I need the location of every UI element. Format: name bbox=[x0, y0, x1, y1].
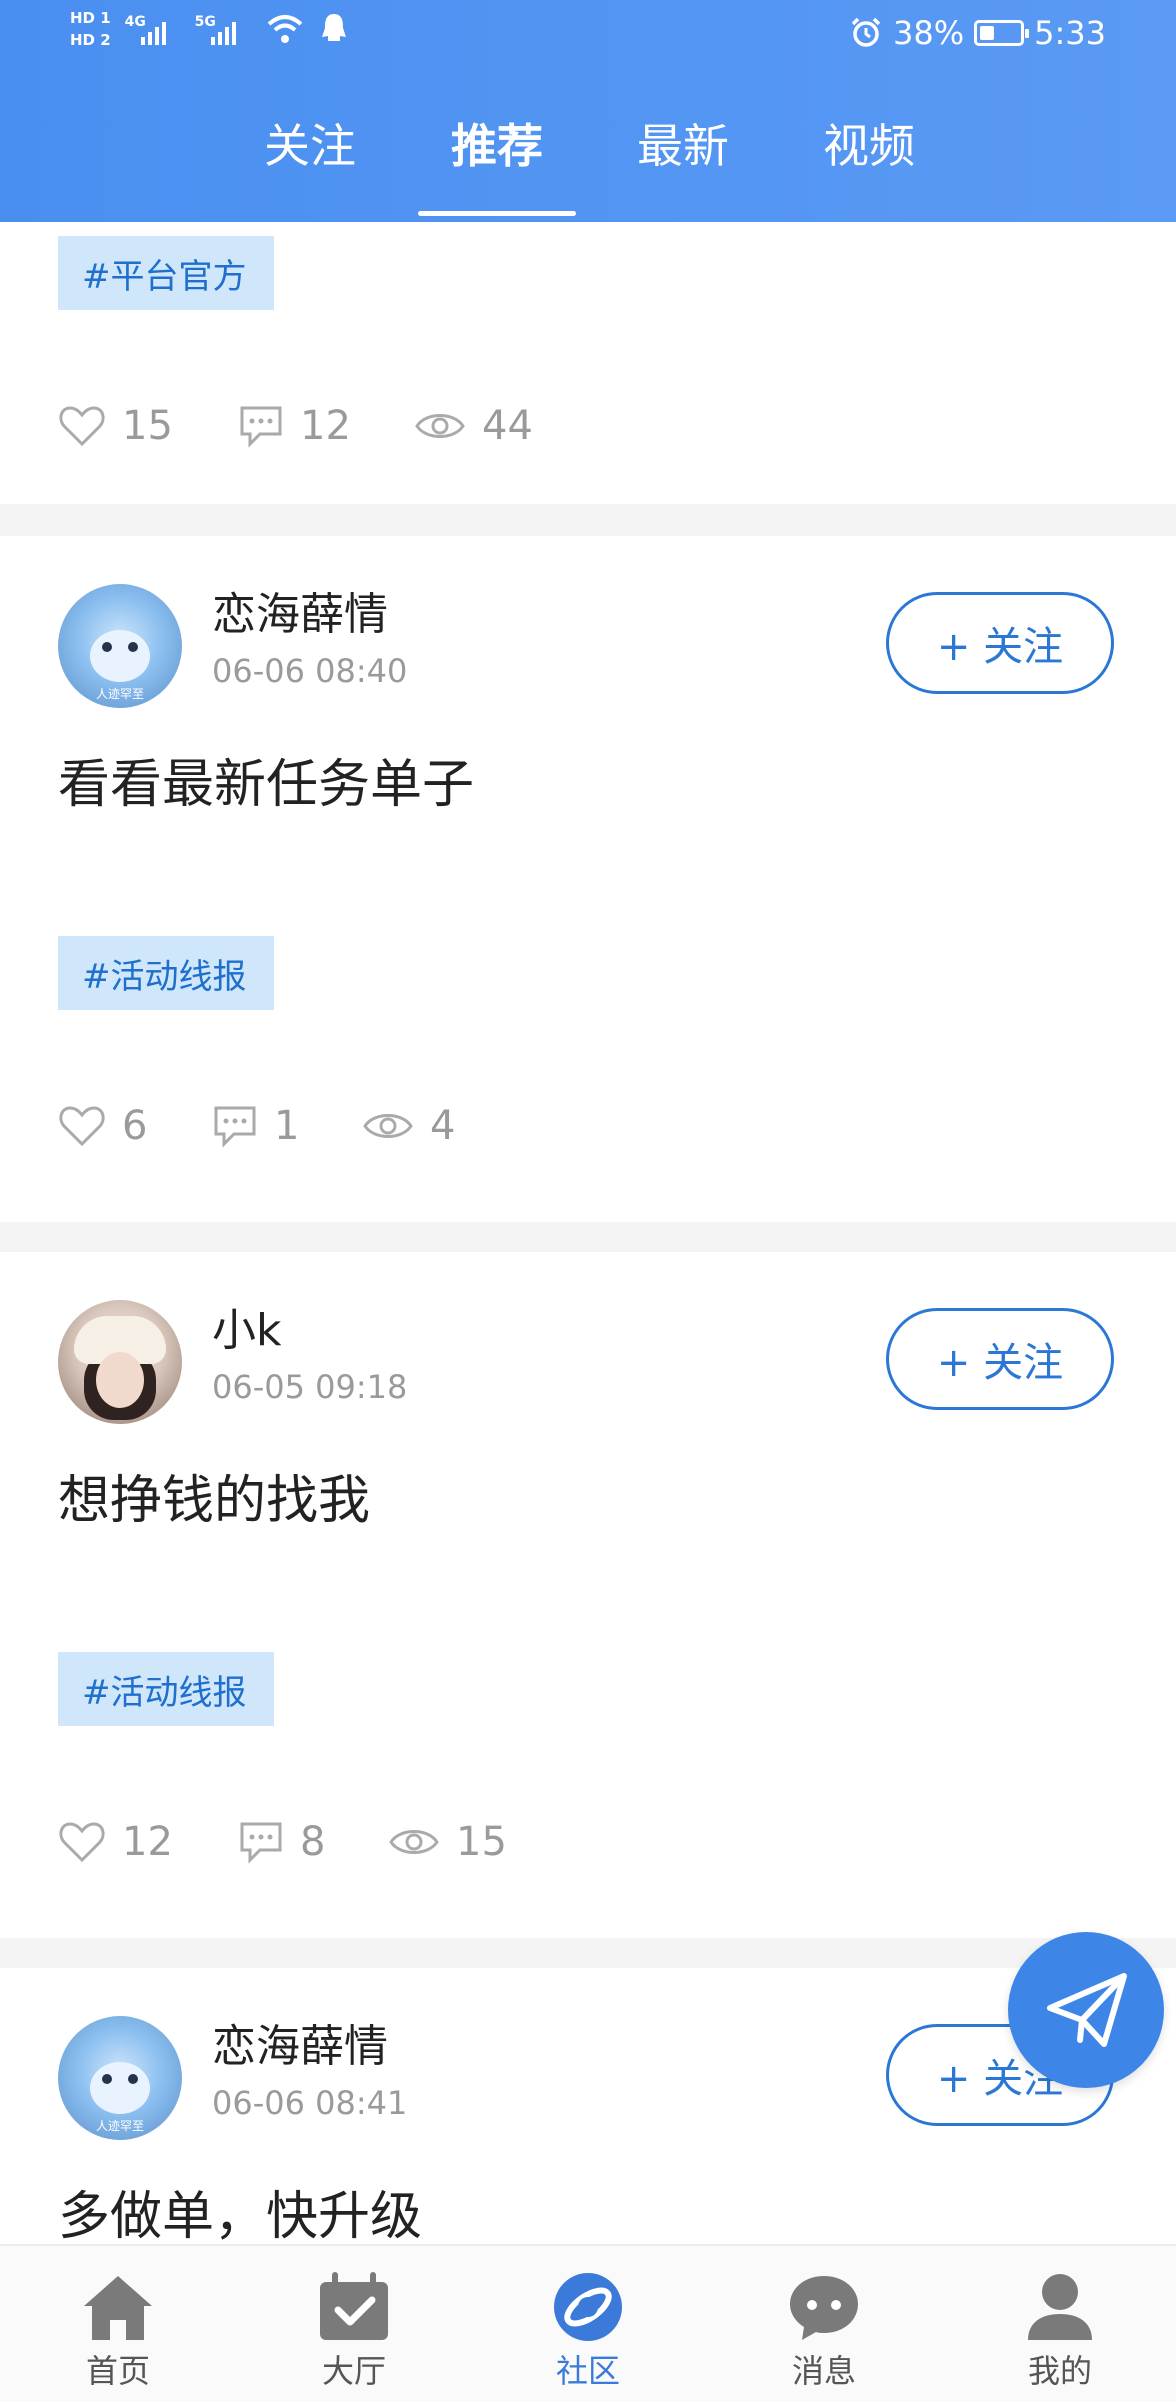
qq-icon bbox=[321, 14, 346, 41]
hd2-label: HD 2 bbox=[70, 31, 111, 49]
comment-count[interactable]: 8 bbox=[238, 1819, 388, 1865]
view-count: 4 bbox=[362, 1103, 455, 1149]
post-stats: 6 1 4 bbox=[58, 1098, 455, 1154]
heart-icon bbox=[59, 1822, 105, 1863]
comment-icon bbox=[214, 1106, 256, 1148]
status-left: HD 1 HD 2 4G 5G bbox=[70, 8, 349, 50]
calendar-check-icon bbox=[320, 2272, 388, 2340]
follow-button[interactable]: + 关注 bbox=[886, 1308, 1114, 1410]
username[interactable]: 恋海薛情 bbox=[212, 2010, 388, 2074]
home-icon bbox=[84, 2276, 152, 2340]
post-stats: 12 8 15 bbox=[58, 1814, 507, 1870]
tab-video[interactable]: 视频 bbox=[799, 110, 939, 176]
nav-messages[interactable]: 消息 bbox=[744, 2246, 904, 2402]
status-right: 38% 5:33 bbox=[849, 14, 1106, 52]
post-text[interactable]: 多做单，快升级 bbox=[58, 2174, 422, 2249]
post-card: #平台官方 15 12 44 bbox=[0, 222, 1176, 504]
view-count: 15 bbox=[388, 1819, 507, 1865]
person-icon bbox=[1028, 2274, 1092, 2340]
post-card: 人迹罕至 恋海薛情 06-06 08:40 + 关注 看看最新任务单子 #活动线… bbox=[0, 536, 1176, 1222]
alarm-icon bbox=[851, 17, 881, 47]
like-count[interactable]: 12 bbox=[58, 1819, 238, 1865]
battery-icon bbox=[974, 20, 1030, 46]
paper-plane-icon bbox=[1047, 1973, 1127, 2047]
post-text[interactable]: 想挣钱的找我 bbox=[58, 1458, 370, 1533]
post-stats: 15 12 44 bbox=[58, 398, 533, 454]
nav-hall[interactable]: 大厅 bbox=[274, 2246, 434, 2402]
nav-home[interactable]: 首页 bbox=[38, 2246, 198, 2402]
comment-count[interactable]: 1 bbox=[212, 1103, 362, 1149]
eye-icon bbox=[415, 414, 465, 438]
comment-count[interactable]: 12 bbox=[238, 403, 414, 449]
topic-tag[interactable]: #平台官方 bbox=[58, 236, 274, 310]
comment-icon bbox=[240, 406, 282, 448]
active-tab-indicator bbox=[418, 211, 576, 216]
wifi-icon bbox=[267, 15, 302, 43]
nav-community[interactable]: 社区 bbox=[508, 2246, 668, 2402]
nav-me[interactable]: 我的 bbox=[980, 2246, 1140, 2402]
feed-tabs: 关注 推荐 最新 视频 bbox=[0, 100, 1176, 222]
hd1-label: HD 1 bbox=[70, 9, 111, 27]
like-count[interactable]: 15 bbox=[58, 403, 238, 449]
heart-icon bbox=[59, 406, 105, 447]
post-text[interactable]: 看看最新任务单子 bbox=[58, 742, 474, 817]
tab-recommended[interactable]: 推荐 bbox=[427, 110, 567, 176]
post-time: 06-06 08:41 bbox=[212, 2084, 408, 2122]
topic-tag[interactable]: #活动线报 bbox=[58, 1652, 274, 1726]
eye-icon bbox=[389, 1830, 439, 1854]
signal-4g-icon: 4G bbox=[125, 8, 181, 50]
view-count: 44 bbox=[414, 403, 533, 449]
heart-icon bbox=[59, 1106, 105, 1147]
tab-latest[interactable]: 最新 bbox=[613, 110, 753, 176]
comment-icon bbox=[240, 1822, 282, 1864]
bottom-nav: 首页 大厅 社区 消息 我的 bbox=[0, 2244, 1176, 2402]
like-count[interactable]: 6 bbox=[58, 1103, 212, 1149]
avatar[interactable]: 人迹罕至 bbox=[58, 2016, 182, 2140]
avatar-watermark: 人迹罕至 bbox=[95, 2119, 144, 2133]
avatar-watermark: 人迹罕至 bbox=[95, 687, 144, 701]
post-time: 06-05 09:18 bbox=[212, 1368, 408, 1406]
topic-tag[interactable]: #活动线报 bbox=[58, 936, 274, 1010]
post-card: 人迹罕至 恋海薛情 06-06 08:41 + 关注 多做单，快升级 bbox=[0, 1968, 1176, 2248]
avatar[interactable]: 人迹罕至 bbox=[58, 584, 182, 708]
battery-percent: 38% bbox=[893, 14, 965, 52]
chat-bubble-icon bbox=[790, 2276, 858, 2340]
post-time: 06-06 08:40 bbox=[212, 652, 408, 690]
status-bar: HD 1 HD 2 4G 5G 38% 5:33 bbox=[0, 0, 1176, 70]
avatar[interactable] bbox=[58, 1300, 182, 1424]
signal-5g-icon: 5G bbox=[195, 8, 251, 50]
username[interactable]: 恋海薛情 bbox=[212, 578, 388, 642]
post-card: 小k 06-05 09:18 + 关注 想挣钱的找我 #活动线报 12 8 15 bbox=[0, 1252, 1176, 1938]
publish-button[interactable] bbox=[1008, 1932, 1164, 2088]
app-header: HD 1 HD 2 4G 5G 38% 5:33 关注 推荐 最新 视频 bbox=[0, 0, 1176, 222]
planet-icon bbox=[554, 2273, 622, 2341]
hd-indicator: HD 1 HD 2 bbox=[70, 8, 111, 50]
follow-button[interactable]: + 关注 bbox=[886, 592, 1114, 694]
username[interactable]: 小k bbox=[212, 1294, 281, 1358]
tab-following[interactable]: 关注 bbox=[240, 110, 380, 176]
clock: 5:33 bbox=[1034, 14, 1106, 52]
eye-icon bbox=[363, 1114, 413, 1138]
